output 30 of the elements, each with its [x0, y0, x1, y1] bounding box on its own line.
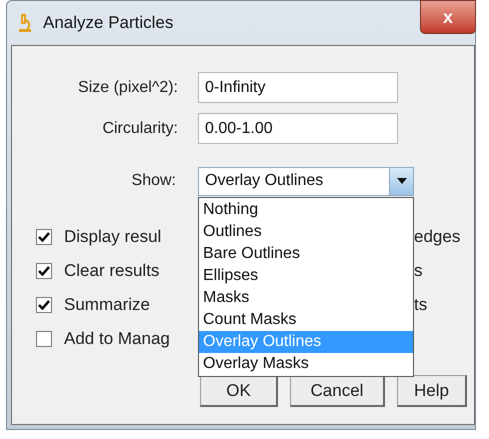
checkbox-label: Clear results	[64, 260, 160, 282]
checkbox[interactable]	[36, 297, 52, 313]
input-field[interactable]: 0.00-1.00	[198, 113, 398, 144]
dropdown-option[interactable]: Outlines	[199, 221, 413, 243]
dropdown-option[interactable]: Bare Outlines	[199, 243, 413, 265]
dropdown-option[interactable]: Masks	[199, 287, 413, 309]
checkbox-label: Add to Manag	[64, 328, 170, 350]
field-label: Show:	[130, 171, 177, 191]
dialog-button[interactable]: Cancel	[290, 375, 385, 407]
microscope-icon	[17, 14, 31, 32]
checkbox-label: Display resul	[64, 226, 162, 248]
checkbox-label: s	[414, 260, 422, 282]
input-field[interactable]: 0-Infinity	[198, 72, 398, 103]
caret-icon	[389, 168, 413, 194]
show-dropdown[interactable]: Overlay Outlines	[198, 166, 414, 196]
dialog-button[interactable]: Help	[397, 375, 467, 407]
checkbox[interactable]	[36, 331, 52, 347]
checkbox-label: Summarize	[64, 294, 150, 316]
dropdown-option[interactable]: Nothing	[199, 199, 413, 221]
checkbox-label: ts	[414, 294, 428, 316]
dropdown-option[interactable]: Count Masks	[199, 309, 413, 331]
checkbox[interactable]	[36, 263, 52, 279]
field-label: Circularity:	[101, 118, 179, 138]
field-label: Size (pixel^2):	[77, 78, 179, 98]
window-title: Analyze Particles	[43, 12, 174, 34]
dropdown-option[interactable]: Overlay Masks	[199, 353, 413, 375]
checkbox[interactable]	[36, 229, 52, 245]
dropdown-option[interactable]: Ellipses	[199, 265, 413, 287]
checkbox-label: edges	[414, 226, 460, 248]
dialog-button[interactable]: OK	[200, 375, 278, 407]
